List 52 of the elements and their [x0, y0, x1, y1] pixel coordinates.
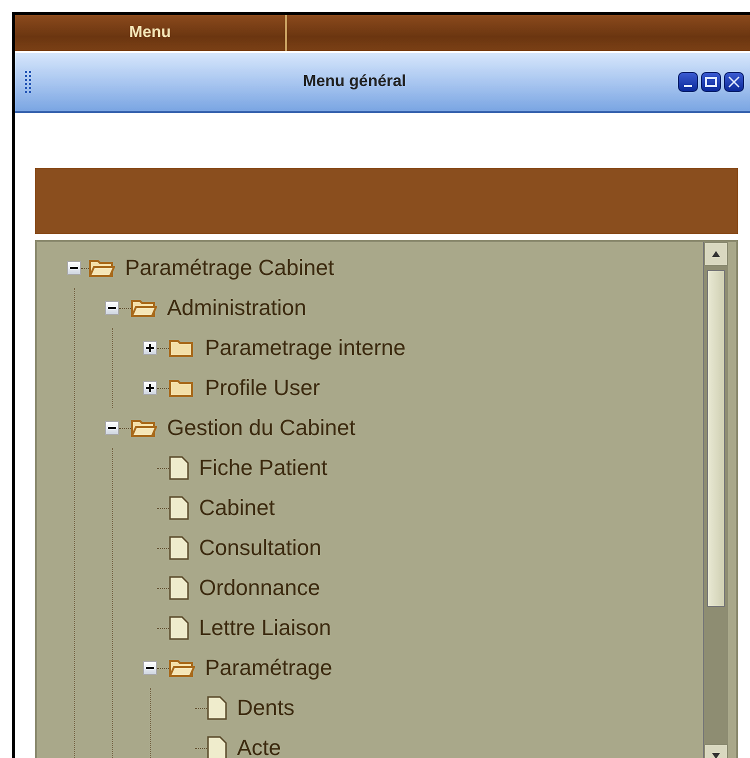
document-icon [169, 616, 189, 640]
minus-icon [108, 427, 116, 429]
plus-icon [146, 344, 154, 352]
tree-item[interactable]: Gestion du Cabinet [167, 415, 356, 441]
tree-item[interactable]: Cabinet [199, 495, 275, 521]
tree-item[interactable]: Profile User [205, 375, 320, 401]
tree-item[interactable]: Dents [237, 695, 294, 721]
collapse-toggle[interactable] [143, 661, 157, 675]
tree-item[interactable]: Acte [237, 735, 282, 758]
tree-item[interactable]: Consultation [199, 535, 322, 561]
down-arrow-icon [712, 753, 720, 758]
tree-item[interactable]: Fiche Patient [199, 455, 328, 481]
document-icon [169, 536, 189, 560]
document-icon [169, 456, 189, 480]
tree-item[interactable]: Parametrage interne [205, 335, 406, 361]
drag-handle-icon[interactable] [25, 71, 31, 93]
minus-icon [70, 267, 78, 269]
document-icon [207, 696, 227, 720]
plus-icon [146, 384, 154, 392]
document-icon [169, 576, 189, 600]
scroll-thumb[interactable] [707, 270, 725, 607]
menu-tab[interactable]: Menu [15, 15, 287, 51]
folder-icon [89, 258, 115, 278]
tree-item[interactable]: Lettre Liaison [199, 615, 332, 641]
minimize-icon [684, 85, 692, 87]
minimize-button[interactable] [678, 72, 698, 92]
maximize-button[interactable] [701, 72, 721, 92]
folder-icon [169, 378, 195, 398]
collapse-toggle[interactable] [105, 301, 119, 315]
scrollbar[interactable] [703, 242, 728, 758]
expand-toggle[interactable] [143, 341, 157, 355]
folder-icon [131, 298, 157, 318]
folder-icon [169, 658, 195, 678]
window-title: Menu général [302, 73, 408, 91]
close-icon [728, 76, 740, 88]
close-button[interactable] [724, 72, 744, 92]
up-arrow-icon [712, 251, 720, 257]
scroll-up-button[interactable] [704, 242, 728, 266]
expand-toggle[interactable] [143, 381, 157, 395]
minus-icon [108, 307, 116, 309]
document-icon [169, 496, 189, 520]
folder-icon [131, 418, 157, 438]
maximize-icon [705, 77, 717, 87]
document-icon [207, 736, 227, 758]
tree-item[interactable]: Paramétrage [205, 655, 332, 681]
tree-item[interactable]: Paramétrage Cabinet [125, 255, 334, 281]
tree-item[interactable]: Ordonnance [199, 575, 320, 601]
collapse-toggle[interactable] [67, 261, 81, 275]
minus-icon [146, 667, 154, 669]
tree-item[interactable]: Administration [167, 295, 306, 321]
folder-icon [169, 338, 195, 358]
collapse-toggle[interactable] [105, 421, 119, 435]
